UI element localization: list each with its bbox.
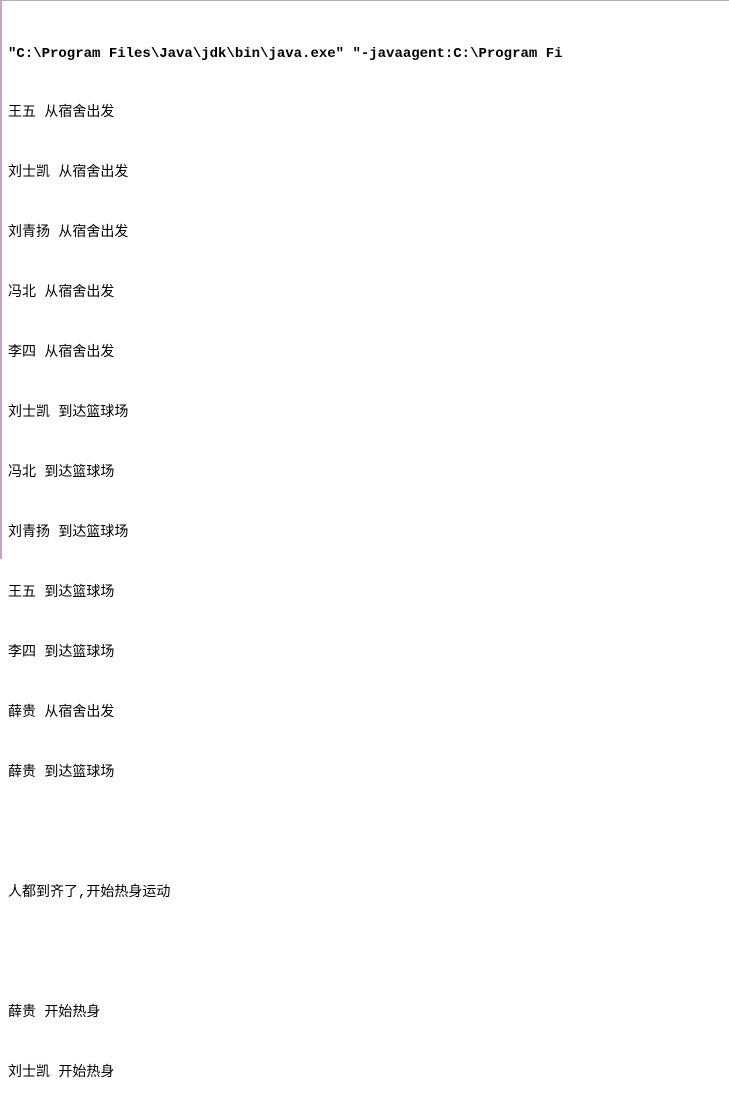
console-output[interactable]: "C:\Program Files\Java\jdk\bin\java.exe"… — [2, 1, 729, 1118]
output-line: 冯北 到达篮球场 — [8, 463, 723, 483]
output-line: 薛贵 从宿舍出发 — [8, 703, 723, 723]
output-line — [8, 943, 723, 963]
output-line: 刘士凯 开始热身 — [8, 1063, 723, 1083]
output-line: 刘士凯 从宿舍出发 — [8, 163, 723, 183]
output-line: 刘青扬 从宿舍出发 — [8, 223, 723, 243]
output-line: 薛贵 开始热身 — [8, 1003, 723, 1023]
output-line: 李四 从宿舍出发 — [8, 343, 723, 363]
output-line — [8, 823, 723, 843]
output-line: 王五 到达篮球场 — [8, 583, 723, 603]
output-line: 王五 从宿舍出发 — [8, 103, 723, 123]
output-line: 刘士凯 到达篮球场 — [8, 403, 723, 423]
output-line: 李四 到达篮球场 — [8, 643, 723, 663]
output-line: 人都到齐了,开始热身运动 — [8, 883, 723, 903]
command-line: "C:\Program Files\Java\jdk\bin\java.exe"… — [8, 45, 723, 63]
output-line: 薛贵 到达篮球场 — [8, 763, 723, 783]
output-line: 刘青扬 到达篮球场 — [8, 523, 723, 543]
output-line: 冯北 从宿舍出发 — [8, 283, 723, 303]
